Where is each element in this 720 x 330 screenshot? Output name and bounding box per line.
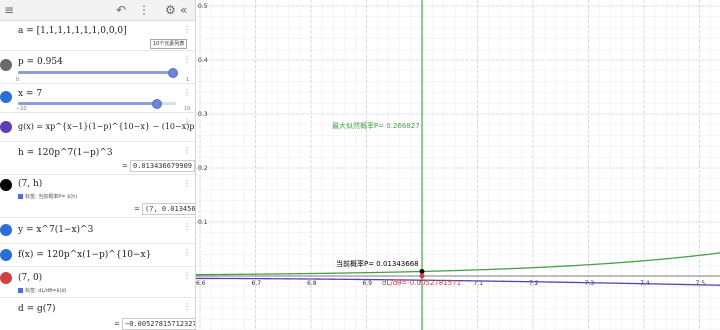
caption-point1: 标签: 当前概率P= $(h) [18, 193, 77, 200]
algebra-row-point2[interactable]: (7, 0) 标签: dL/dθ=$(d) ⋮ [0, 267, 195, 298]
row-menu-icon[interactable]: ⋮ [183, 146, 191, 155]
algebra-view: ≡ ↶ ⋮ ⚙ « a = [1,1,1,1,1,1,1,0,0,0] 10个元… [0, 0, 196, 330]
x-tick-label: 7.5 [696, 280, 706, 287]
slider-x[interactable] [18, 99, 176, 109]
checkbox-icon[interactable] [18, 288, 23, 293]
max-likelihood-label: 最大似然概率P= 0.266827 [332, 122, 420, 130]
row-menu-icon[interactable]: ⋮ [183, 88, 191, 97]
row-menu-icon[interactable]: ⋮ [183, 55, 191, 64]
x-tick-label: 7.2 [529, 280, 539, 287]
current-prob-label: 当前概率P= 0.01343668 [336, 260, 419, 268]
graphics-view[interactable]: 6.6 6.7 6.8 6.9 7 7.1 7.2 7.3 7.4 7.5 0.5 0.4 0.3 0.2… [196, 0, 720, 330]
algebra-row-y[interactable]: y = x^7(1−x)^3 ⋮ [0, 218, 195, 244]
row-menu-icon[interactable]: ⋮ [183, 25, 191, 34]
algebra-row-point1[interactable]: (7, h) 标签: 当前概率P= $(h) = (7, 0.01345668)… [0, 175, 195, 218]
x-tick-label: 6.9 [363, 280, 373, 287]
point-7-0[interactable] [419, 273, 425, 279]
visible-toggle-icon[interactable] [0, 179, 12, 191]
expression-f[interactable]: f(x) = 120p^x(1−p)^{10−x} [18, 250, 151, 260]
visible-toggle-icon[interactable] [0, 224, 12, 236]
algebra-row-d[interactable]: d = g(7) = −0.00527815712327 ⋮ [0, 298, 195, 330]
checkbox-icon[interactable] [18, 194, 23, 199]
expression-point2[interactable]: (7, 0) [18, 273, 42, 283]
algebra-row-f[interactable]: f(x) = 120p^x(1−p)^{10−x} ⋮ [0, 244, 195, 267]
row-menu-icon[interactable]: ⋮ [183, 179, 191, 188]
expression-h[interactable]: h = 120p^7(1−p)^3 [18, 148, 113, 158]
expression-d[interactable]: d = g(7) [18, 304, 56, 314]
row-menu-icon[interactable]: ⋮ [183, 117, 191, 126]
x-tick-label: 6.8 [307, 280, 317, 287]
y-tick-label: 0.3 [198, 111, 208, 118]
y-tick-label: 0.5 [198, 3, 208, 10]
x-tick-label: 7.3 [585, 280, 595, 287]
algebra-row-x[interactable]: x = 7 −10 10 ⋮ [0, 84, 195, 113]
slider-x-knob[interactable] [152, 99, 162, 109]
pause-icon[interactable] [0, 59, 12, 71]
row-menu-icon[interactable]: ⋮ [183, 248, 191, 257]
expression-g[interactable]: g(x) = xp^{x−1}(1−p)^{10−x} − (10−x)p^x(… [18, 122, 195, 131]
row-menu-icon[interactable]: ⋮ [183, 302, 191, 311]
double-chevron-left-icon[interactable]: « [180, 3, 187, 17]
gear-icon[interactable]: ⚙ [165, 3, 176, 17]
expression-x[interactable]: x = 7 [18, 89, 42, 99]
visible-toggle-icon[interactable] [0, 121, 12, 133]
slider-p-max: 1 [186, 77, 190, 83]
y-tick-label: 0.1 [198, 219, 208, 226]
slider-x-min: −10 [16, 106, 27, 112]
algebra-row-a[interactable]: a = [1,1,1,1,1,1,1,0,0,0] 10个元素列表 ⋮ [0, 21, 195, 51]
derivative-label: dL/dθ=-0.0052781571 [382, 279, 462, 287]
algebra-toolbar: ≡ ↶ ⋮ ⚙ « [0, 0, 195, 21]
menu-icon[interactable]: ≡ [4, 3, 14, 17]
x-tick-label: 6.6 [196, 280, 206, 287]
visible-toggle-icon[interactable] [0, 272, 12, 284]
geogebra-app: ≡ ↶ ⋮ ⚙ « a = [1,1,1,1,1,1,1,0,0,0] 10个元… [0, 0, 720, 330]
caption-point2-text: 标签: dL/dθ=$(d) [25, 288, 67, 294]
list-info-button[interactable]: 10个元素列表 [150, 39, 188, 49]
expression-p[interactable]: p = 0.954 [18, 57, 63, 67]
kebab-menu-icon[interactable]: ⋮ [138, 3, 150, 17]
curve-f[interactable] [196, 252, 720, 276]
expression-a[interactable]: a = [1,1,1,1,1,1,1,0,0,0] [18, 26, 127, 36]
visible-toggle-icon[interactable] [0, 91, 12, 103]
point-7-h[interactable] [419, 268, 425, 274]
value-point1: (7, 0.01345668) [142, 203, 195, 215]
slider-x-max: 10 [184, 106, 191, 112]
slider-p-knob[interactable] [168, 68, 178, 78]
algebra-row-p[interactable]: p = 0.954 0 1 ⋮ [0, 51, 195, 84]
slider-p[interactable] [18, 68, 178, 78]
y-tick-label: 0.4 [198, 57, 208, 64]
caption-point2: 标签: dL/dθ=$(d) [18, 287, 67, 294]
expression-y[interactable]: y = x^7(1−x)^3 [18, 225, 93, 235]
y-tick-label: 0.2 [198, 165, 208, 172]
caption-point1-text: 标签: 当前概率P= $(h) [25, 194, 78, 200]
undo-icon[interactable]: ↶ [116, 3, 126, 17]
visible-toggle-icon[interactable] [0, 249, 12, 261]
row-menu-icon[interactable]: ⋮ [183, 222, 191, 231]
slider-p-min: 0 [16, 77, 20, 83]
x-tick-label: 6.7 [252, 280, 262, 287]
value-h: 0.013436679909 [130, 160, 195, 172]
algebra-row-g[interactable]: g(x) = xp^{x−1}(1−p)^{10−x} − (10−x)p^x(… [0, 113, 195, 142]
value-d: −0.00527815712327 [122, 318, 195, 330]
algebra-row-h[interactable]: h = 120p^7(1−p)^3 = 0.013436679909 ⋮ [0, 142, 195, 175]
expression-point1[interactable]: (7, h) [18, 179, 42, 189]
row-menu-icon[interactable]: ⋮ [183, 271, 191, 280]
